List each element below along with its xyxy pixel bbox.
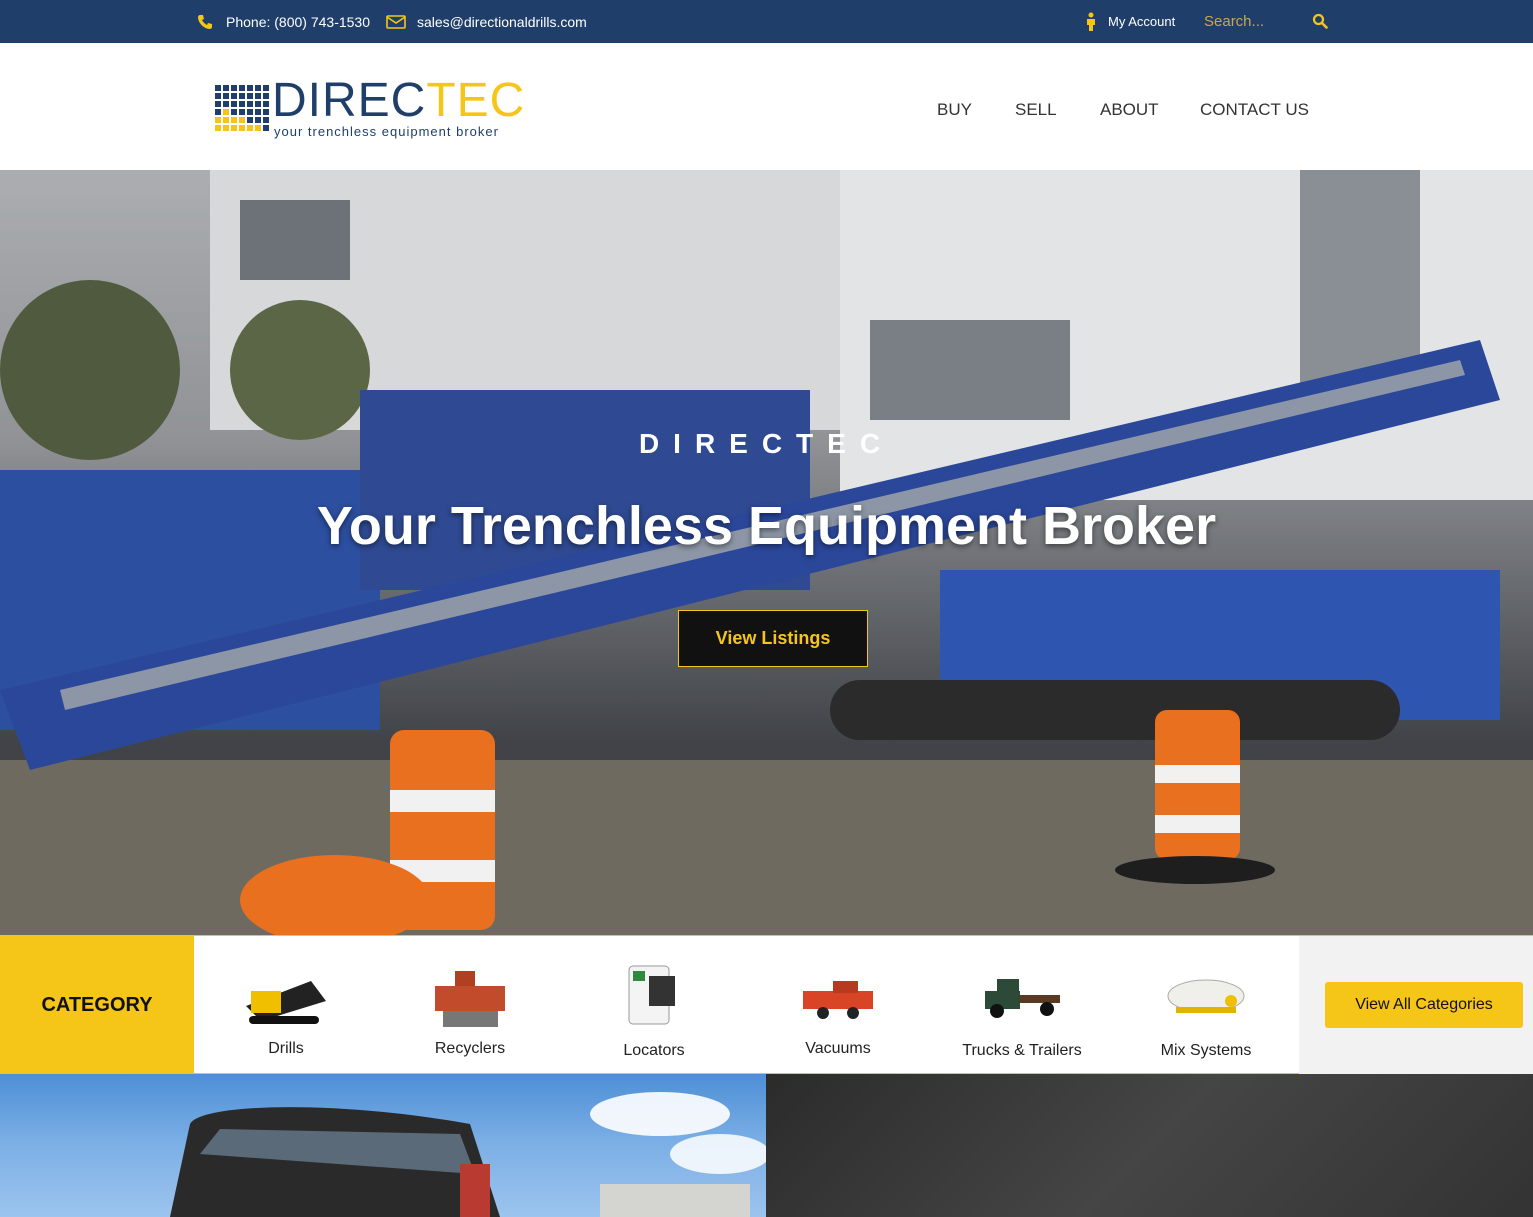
vacuum-thumbnail (803, 981, 873, 1019)
category-label: CATEGORY (0, 936, 194, 1075)
logo-grid-square (263, 93, 269, 99)
category-locators-label: Locators (623, 1042, 685, 1059)
logo-grid-square (223, 125, 229, 131)
logo-grid-square (247, 101, 253, 107)
site-logo[interactable]: DIRECTEC your trenchless equipment broke… (215, 74, 526, 140)
category-mix-systems-label: Mix Systems (1160, 1042, 1252, 1059)
excavator-image (170, 1092, 766, 1217)
featured-panel-right[interactable] (766, 1074, 1533, 1217)
logo-grid-square (231, 93, 237, 99)
phone-text: Phone: (800) 743-1530 (226, 13, 370, 30)
logo-grid-square (255, 85, 261, 91)
logo-grid-square (223, 117, 229, 123)
logo-grid-square (247, 109, 253, 115)
view-all-categories-button[interactable]: View All Categories (1325, 982, 1523, 1028)
email-contact[interactable]: sales@directionaldrills.com (385, 0, 587, 43)
category-strip: CATEGORY Drills Recyclers Locators Vacuu… (0, 935, 1533, 1075)
logo-grid-square (215, 101, 221, 107)
search-icon[interactable] (1310, 11, 1330, 31)
logo-grid-square (247, 93, 253, 99)
category-mix-systems[interactable]: Mix Systems (1114, 936, 1298, 1075)
logo-grid-square (215, 125, 221, 131)
mix-system-thumbnail (1167, 979, 1245, 1013)
logo-grid-square (263, 101, 269, 107)
logo-grid-square (223, 101, 229, 107)
category-drills[interactable]: Drills (194, 936, 378, 1075)
hero-brand: DIRECTEC (638, 428, 895, 459)
hero-headline: Your Trenchless Equipment Broker (316, 496, 1217, 556)
logo-wordmark: DIRECTEC (272, 74, 526, 127)
site-header: DIRECTEC your trenchless equipment broke… (0, 43, 1533, 170)
search-box (1194, 6, 1334, 36)
category-vacuums-label: Vacuums (805, 1040, 871, 1057)
logo-grid-mark (215, 85, 269, 131)
logo-grid-square (215, 93, 221, 99)
my-account-label: My Account (1108, 14, 1176, 29)
user-icon (1080, 11, 1102, 33)
phone-contact[interactable]: Phone: (800) 743-1530 (194, 0, 370, 43)
logo-grid-square (239, 109, 245, 115)
hero-banner: DIRECTEC Your Trenchless Equipment Broke… (0, 170, 1533, 935)
logo-grid-square (223, 109, 229, 115)
logo-grid-square (255, 101, 261, 107)
logo-grid-square (215, 85, 221, 91)
logo-grid-square (239, 85, 245, 91)
featured-panel-left[interactable] (0, 1074, 766, 1217)
drill-thumbnail (246, 981, 326, 1024)
logo-tagline: your trenchless equipment broker (274, 124, 499, 139)
nav-contact-us[interactable]: CONTACT US (1200, 100, 1309, 120)
logo-grid-square (255, 109, 261, 115)
view-all-wrapper: View All Categories (1299, 936, 1533, 1075)
category-vacuums[interactable]: Vacuums (746, 936, 930, 1075)
logo-grid-square (223, 85, 229, 91)
logo-grid-square (255, 117, 261, 123)
phone-icon (194, 11, 216, 33)
logo-grid-square (247, 125, 253, 131)
nav-sell[interactable]: SELL (1015, 100, 1057, 120)
logo-grid-square (239, 117, 245, 123)
logo-grid-square (239, 101, 245, 107)
search-input[interactable] (1194, 6, 1304, 36)
logo-grid-square (247, 85, 253, 91)
logo-grid-square (263, 109, 269, 115)
nav-buy[interactable]: BUY (937, 100, 972, 120)
category-recyclers[interactable]: Recyclers (378, 936, 562, 1075)
top-utility-bar: Phone: (800) 743-1530 sales@directionald… (0, 0, 1533, 43)
logo-grid-square (263, 85, 269, 91)
category-trucks-trailers[interactable]: Trucks & Trailers (930, 936, 1114, 1075)
logo-grid-square (231, 109, 237, 115)
locator-thumbnail (628, 965, 675, 1025)
logo-grid-square (239, 125, 245, 131)
logo-grid-square (231, 117, 237, 123)
category-recyclers-label: Recyclers (434, 1040, 506, 1057)
category-trucks-trailers-label: Trucks & Trailers (962, 1042, 1082, 1059)
logo-grid-square (231, 125, 237, 131)
logo-grid-square (255, 125, 261, 131)
logo-grid-square (231, 101, 237, 107)
truck-thumbnail (985, 979, 1060, 1018)
logo-grid-square (215, 109, 221, 115)
logo-grid-square (215, 117, 221, 123)
logo-grid-square (263, 117, 269, 123)
category-locators[interactable]: Locators (562, 936, 746, 1075)
logo-grid-square (223, 93, 229, 99)
logo-grid-square (247, 117, 253, 123)
view-listings-button[interactable]: View Listings (678, 610, 868, 667)
nav-about[interactable]: ABOUT (1100, 100, 1159, 120)
my-account-link[interactable]: My Account (1080, 0, 1175, 43)
logo-grid-square (255, 93, 261, 99)
envelope-icon (385, 11, 407, 33)
email-text: sales@directionaldrills.com (417, 13, 587, 30)
category-drills-label: Drills (268, 1040, 304, 1057)
logo-grid-square (239, 93, 245, 99)
logo-grid-square (231, 85, 237, 91)
recycler-thumbnail (435, 971, 505, 1027)
logo-grid-square (263, 125, 269, 131)
